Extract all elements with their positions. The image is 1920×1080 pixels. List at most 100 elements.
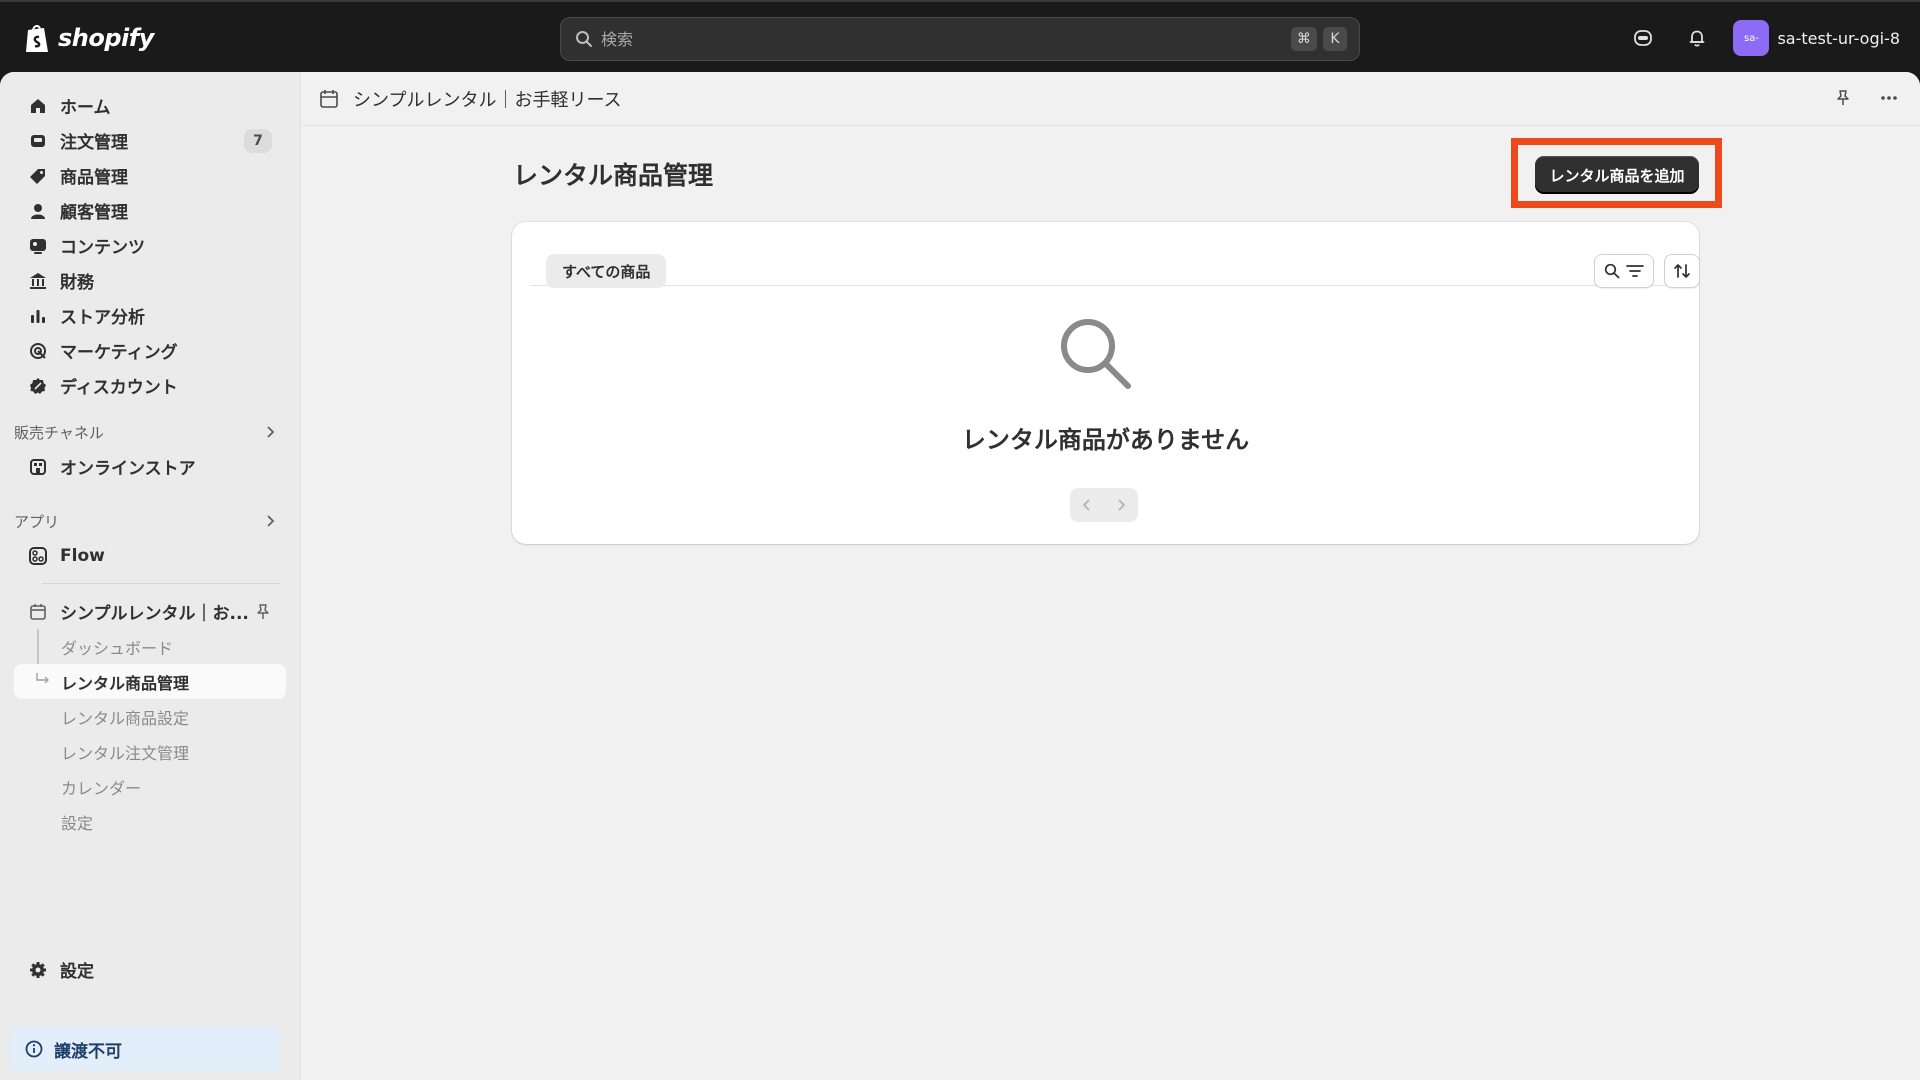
flow-icon — [28, 546, 48, 566]
sidebar: ホーム 注文管理 7 商品管理 顧客管理 コンテンツ 財務 ストア分析 マーケテ… — [0, 72, 300, 1080]
subnav-calendar[interactable]: カレンダー — [14, 769, 286, 804]
tree-branch-icon — [36, 673, 49, 684]
calendar-app-icon — [320, 89, 338, 108]
subnav-label: レンタル商品管理 — [61, 673, 190, 693]
chevron-right-icon — [267, 515, 275, 527]
sidebar-item-label: 設定 — [60, 962, 94, 982]
subnav-label: レンタル注文管理 — [61, 743, 190, 763]
home-icon — [28, 96, 48, 116]
chevron-left-icon — [1082, 499, 1090, 511]
subnav-settings[interactable]: 設定 — [14, 804, 286, 839]
sidebar-item-products[interactable]: 商品管理 — [14, 158, 286, 193]
sidebar-item-label: Flow — [60, 545, 105, 566]
calendar-app-icon — [28, 602, 48, 622]
sidekick-button[interactable] — [1625, 20, 1661, 56]
sidebar-item-simple-rental[interactable]: シンプルレンタル｜お... — [14, 594, 286, 629]
bell-icon — [1690, 30, 1705, 47]
logo-wordmark: shopify — [58, 24, 154, 52]
sidebar-item-analytics[interactable]: ストア分析 — [14, 298, 286, 333]
empty-search-icon — [1061, 319, 1131, 389]
search-icon — [576, 31, 592, 47]
bar-chart-icon — [28, 306, 48, 326]
pin-icon[interactable] — [254, 603, 272, 621]
sidebar-item-customers[interactable]: 顧客管理 — [14, 193, 286, 228]
apps-heading: アプリ — [14, 512, 60, 531]
sidekick-icon — [1634, 30, 1653, 46]
app-title: シンプルレンタル｜お手軽リース — [353, 89, 622, 111]
bank-icon — [28, 271, 48, 291]
pagination — [1070, 488, 1138, 522]
subnav-rental-orders[interactable]: レンタル注文管理 — [14, 734, 286, 769]
tab-all-products[interactable]: すべての商品 — [546, 254, 667, 288]
store-name: sa-test-ur-ogi-8 — [1777, 28, 1900, 48]
empty-state-message: レンタル商品がありません — [961, 426, 1250, 454]
chevron-right-icon — [1118, 499, 1126, 511]
sidebar-item-online-store[interactable]: オンラインストア — [14, 449, 286, 484]
app-title-bar: シンプルレンタル｜お手軽リース — [301, 72, 1920, 126]
discount-icon — [28, 376, 48, 396]
subnav-label: ダッシュボード — [61, 638, 174, 658]
sales-channels-heading: 販売チャネル — [14, 423, 104, 442]
sidebar-item-home[interactable]: ホーム — [14, 88, 286, 123]
shopify-bag-icon — [26, 25, 48, 52]
content-icon — [28, 236, 48, 256]
subnav-label: カレンダー — [61, 778, 142, 798]
sidebar-item-content[interactable]: コンテンツ — [14, 228, 286, 263]
sidebar-item-discounts[interactable]: ディスカウント — [14, 368, 286, 403]
sidebar-item-label: ディスカウント — [60, 378, 178, 398]
products-card: すべての商品 レンタル商品がありません — [512, 222, 1700, 544]
tag-icon — [28, 166, 48, 186]
subnav-rental-products[interactable]: レンタル商品管理 — [14, 664, 286, 699]
sidebar-item-label: 注文管理 — [60, 133, 128, 153]
more-horizontal-icon — [1881, 96, 1897, 100]
notifications-button[interactable] — [1679, 20, 1715, 56]
orders-count-badge: 7 — [244, 128, 272, 153]
page-title: レンタル商品管理 — [513, 161, 714, 190]
sidebar-item-label: 商品管理 — [60, 168, 128, 188]
subnav-dashboard[interactable]: ダッシュボード — [14, 629, 286, 664]
notice-label: 譲渡不可 — [54, 1041, 122, 1062]
settings-item-wrap: 設定 — [0, 952, 300, 987]
shortcut-cmd-key: ⌘ — [1291, 27, 1317, 51]
subnav-label: レンタル商品設定 — [61, 708, 190, 728]
index-toolbar: すべての商品 — [530, 240, 1700, 288]
sidebar-item-label: マーケティング — [60, 343, 178, 363]
sidebar-item-label: コンテンツ — [60, 238, 145, 258]
sidebar-item-label: ホーム — [60, 98, 111, 118]
main-content: シンプルレンタル｜お手軽リース レンタル商品管理 レンタル商品を追加 すべての商… — [300, 72, 1920, 1080]
inbox-icon — [28, 131, 48, 151]
sidebar-item-orders[interactable]: 注文管理 7 — [14, 123, 286, 158]
app-subnav: ダッシュボード レンタル商品管理 レンタル商品設定 レンタル注文管理 カレンダー… — [0, 629, 300, 839]
sidebar-item-finance[interactable]: 財務 — [14, 263, 286, 298]
search-input[interactable] — [601, 29, 1285, 49]
add-rental-product-button[interactable]: レンタル商品を追加 — [1535, 156, 1699, 194]
sales-channels-section[interactable]: 販売チャネル — [14, 417, 286, 447]
sidebar-item-label: オンラインストア — [60, 459, 196, 479]
sidebar-item-settings[interactable]: 設定 — [14, 952, 286, 987]
search-filter-button[interactable] — [1594, 254, 1654, 288]
sort-button[interactable] — [1664, 254, 1700, 288]
sidebar-divider — [42, 583, 280, 584]
pin-icon — [1837, 90, 1849, 105]
global-search[interactable]: ⌘ K — [560, 17, 1360, 61]
next-page-button[interactable] — [1104, 488, 1138, 522]
previous-page-button[interactable] — [1070, 488, 1104, 522]
sidebar-item-marketing[interactable]: マーケティング — [14, 333, 286, 368]
pin-app-button[interactable] — [1827, 82, 1859, 114]
account-menu[interactable]: sa- sa-test-ur-ogi-8 — [1733, 20, 1900, 56]
apps-section[interactable]: アプリ — [14, 506, 286, 536]
non-transferable-notice[interactable]: 譲渡不可 — [10, 1027, 280, 1071]
search-icon — [1604, 263, 1620, 279]
sidebar-item-flow[interactable]: Flow — [14, 538, 286, 573]
subnav-rental-settings[interactable]: レンタル商品設定 — [14, 699, 286, 734]
sidebar-item-label: シンプルレンタル｜お... — [60, 604, 249, 624]
filter-icon — [1626, 265, 1644, 277]
person-icon — [28, 201, 48, 221]
subnav-label: 設定 — [61, 813, 94, 833]
shopify-logo[interactable]: shopify — [24, 20, 154, 56]
sort-icon — [1674, 264, 1690, 278]
info-icon — [25, 1040, 43, 1058]
sidebar-item-label: 顧客管理 — [60, 203, 128, 223]
sidebar-item-label: ストア分析 — [60, 308, 145, 328]
more-actions-button[interactable] — [1873, 82, 1905, 114]
